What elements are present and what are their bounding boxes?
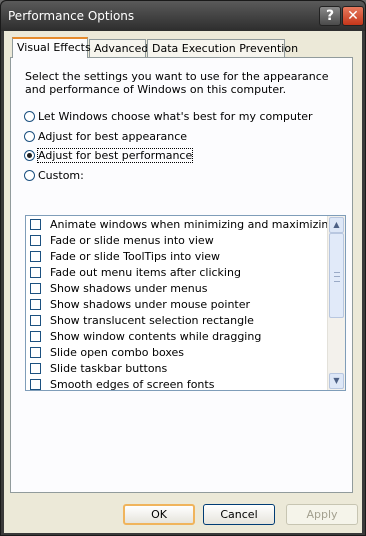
item-label: Animate windows when minimizing and maxi… [50, 218, 336, 231]
item-label: Fade or slide menus into view [50, 234, 214, 247]
tab-label: Data Execution Prevention [152, 42, 299, 55]
checkbox[interactable] [30, 331, 41, 342]
item-label: Show translucent selection rectangle [50, 314, 254, 327]
item-label: Fade or slide ToolTips into view [50, 250, 221, 263]
tab-advanced[interactable]: Advanced [89, 39, 149, 57]
list-item[interactable]: Show shadows under mouse pointer [30, 297, 250, 313]
item-label: Show shadows under menus [50, 282, 208, 295]
help-button[interactable]: ? [319, 6, 341, 26]
checkbox[interactable] [30, 251, 41, 262]
option-label: Let Windows choose what's best for my co… [38, 110, 313, 123]
close-button[interactable]: ✕ [342, 6, 364, 26]
list-item[interactable]: Smooth edges of screen fonts [30, 377, 215, 391]
radio-button[interactable] [24, 170, 35, 181]
option-let-windows-choose[interactable]: Let Windows choose what's best for my co… [24, 110, 313, 126]
checkbox[interactable] [30, 283, 41, 294]
item-label: Fade out menu items after clicking [50, 266, 241, 279]
grip-icon [334, 272, 340, 282]
list-item[interactable]: Show translucent selection rectangle [30, 313, 254, 329]
option-label: Adjust for best appearance [38, 130, 188, 143]
visual-effects-panel: Select the settings you want to use for … [10, 57, 353, 493]
radio-button[interactable] [24, 111, 35, 122]
dialog-client: Visual Effects Advanced Data Execution P… [4, 31, 362, 533]
list-item[interactable]: Slide taskbar buttons [30, 361, 167, 377]
visual-effects-list[interactable]: Animate windows when minimizing and maxi… [25, 215, 346, 391]
list-item[interactable]: Fade or slide menus into view [30, 233, 214, 249]
ok-button[interactable]: OK [123, 504, 195, 525]
tab-label: Visual Effects [17, 41, 91, 54]
list-item[interactable]: Slide open combo boxes [30, 345, 184, 361]
item-label: Slide taskbar buttons [50, 362, 168, 375]
checkbox[interactable] [30, 379, 41, 390]
scroll-thumb[interactable] [329, 233, 344, 318]
checkbox[interactable] [30, 315, 41, 326]
radio-button[interactable] [24, 131, 35, 142]
item-label: Slide open combo boxes [50, 346, 185, 359]
checkbox[interactable] [30, 219, 41, 230]
option-label: Adjust for best performance [36, 148, 194, 163]
item-label: Smooth edges of screen fonts [50, 378, 215, 391]
checkbox[interactable] [30, 347, 41, 358]
tab-visual-effects[interactable]: Visual Effects [12, 37, 91, 58]
list-item[interactable]: Fade out menu items after clicking [30, 265, 241, 281]
cancel-button[interactable]: Cancel [203, 504, 275, 525]
scroll-up-arrow-icon[interactable]: ▲ [329, 217, 344, 233]
title-bar[interactable]: Performance Options ? ✕ [1, 1, 365, 31]
window-title: Performance Options [8, 9, 135, 23]
performance-options-window: Performance Options ? ✕ Visual Effects A… [0, 0, 366, 536]
item-label: Show shadows under mouse pointer [50, 298, 251, 311]
checkbox[interactable] [30, 299, 41, 310]
checkbox[interactable] [30, 363, 41, 374]
checkbox[interactable] [30, 267, 41, 278]
list-item[interactable]: Fade or slide ToolTips into view [30, 249, 220, 265]
item-label: Show window contents while dragging [50, 330, 262, 343]
tab-data-execution-prevention[interactable]: Data Execution Prevention [147, 39, 298, 57]
option-best-performance[interactable]: Adjust for best performance [24, 148, 194, 165]
option-best-appearance[interactable]: Adjust for best appearance [24, 130, 187, 146]
apply-button[interactable]: Apply [286, 504, 358, 525]
checkbox[interactable] [30, 235, 41, 246]
list-item[interactable]: Show shadows under menus [30, 281, 207, 297]
list-item[interactable]: Show window contents while dragging [30, 329, 261, 345]
description-text: Select the settings you want to use for … [25, 70, 329, 96]
list-item[interactable]: Animate windows when minimizing and maxi… [30, 217, 335, 233]
scroll-down-arrow-icon[interactable]: ▼ [329, 373, 344, 389]
vertical-scrollbar[interactable]: ▲ ▼ [327, 216, 345, 390]
option-label: Custom: [38, 169, 84, 182]
option-custom[interactable]: Custom: [24, 169, 84, 185]
radio-button-selected[interactable] [24, 150, 35, 161]
tab-label: Advanced [94, 42, 149, 55]
